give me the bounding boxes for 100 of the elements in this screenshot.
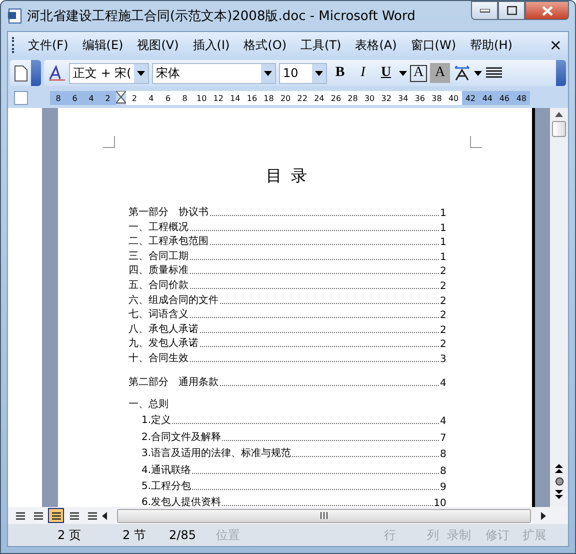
browse-object-icon[interactable]	[554, 477, 564, 486]
view-button[interactable]	[48, 508, 64, 523]
menu-item[interactable]: 窗口(W)	[404, 36, 464, 54]
page-number: 2	[440, 296, 446, 307]
page-number: 7	[440, 432, 446, 444]
page-number: 2	[440, 324, 446, 336]
font-combo[interactable]: 宋体	[152, 62, 276, 84]
scroll-right-icon[interactable]	[541, 512, 546, 520]
ruler-number: 16	[246, 94, 258, 102]
document-icon[interactable]	[7, 8, 23, 24]
page-number: 4	[440, 416, 446, 428]
toc-entry: 2.合同文件及解释	[142, 430, 222, 444]
next-page-icon[interactable]	[555, 490, 564, 499]
dropdown-arrow-icon[interactable]	[399, 70, 407, 76]
status-item: 2/85	[168, 528, 196, 542]
page-number: 2	[440, 266, 446, 278]
view-icon	[50, 510, 62, 520]
ruler-number: 4	[88, 94, 95, 102]
toc-entry: 第二部分 通用条款	[128, 376, 218, 389]
toc-entry: 1.定义	[142, 414, 172, 428]
previous-page-icon[interactable]	[555, 464, 564, 473]
ruler-number: 2	[104, 94, 112, 102]
menu-item[interactable]: 工具(T)	[294, 36, 348, 54]
menu-item[interactable]: 编辑(E)	[75, 36, 130, 54]
ruler-number: 38	[430, 94, 443, 102]
close-button[interactable]	[525, 1, 569, 20]
page-number: 9	[440, 482, 446, 493]
close-icon	[542, 6, 552, 16]
toc-entry: 八、承包人承诺	[128, 322, 198, 336]
toc-entry: 七、词语含义	[128, 308, 188, 322]
toc-entry: 一、工程概况	[128, 220, 188, 234]
toc-entry: 五、合同价款	[128, 278, 188, 292]
ruler-number: 30	[363, 94, 376, 102]
dropdown-arrow-icon[interactable]	[315, 70, 323, 76]
toc-entry: 十、合同生效	[128, 352, 188, 365]
toc-entry: 九、发包人承诺	[128, 336, 198, 350]
bold-button[interactable]: B	[330, 63, 350, 83]
minimize-button[interactable]	[471, 1, 498, 20]
menu-item[interactable]: 帮助(H)	[463, 36, 520, 54]
dropdown-arrow-icon[interactable]	[474, 70, 482, 76]
styles-icon[interactable]	[48, 65, 66, 81]
status-item: 位置	[215, 526, 241, 544]
horizontal-scrollbar[interactable]	[117, 508, 531, 522]
underline-button[interactable]: U	[376, 63, 396, 83]
page-number: 1	[440, 252, 446, 263]
ruler-number: 26	[330, 94, 342, 102]
italic-button[interactable]: I	[353, 63, 373, 83]
new-document-icon[interactable]	[14, 64, 28, 82]
view-icon	[68, 510, 80, 520]
ruler-number: 4	[148, 94, 155, 102]
toc-entry: 一、总则	[128, 398, 168, 411]
crop-mark	[470, 136, 482, 148]
minimize-icon	[480, 8, 490, 12]
toc-entry: 六、组成合同的文件	[128, 294, 218, 307]
menu-item[interactable]: 表格(A)	[348, 36, 404, 54]
ruler-number: 40	[447, 94, 460, 102]
ruler-number: 24	[313, 94, 326, 102]
scroll-left-icon[interactable]	[102, 512, 107, 520]
toc-entry: 5.工程分包	[142, 480, 192, 493]
tab-selector[interactable]	[14, 91, 28, 105]
character-border-button[interactable]: A	[410, 64, 427, 82]
maximize-button[interactable]	[498, 1, 525, 20]
toc-entry: 三、合同工期	[128, 250, 188, 263]
close-document-button[interactable]: ×	[549, 36, 562, 54]
ruler-number: 42	[464, 94, 477, 102]
dropdown-arrow-icon[interactable]	[264, 70, 272, 76]
status-item: 修订	[484, 526, 510, 544]
view-icon	[86, 510, 98, 520]
menu-item[interactable]: 格式(O)	[236, 36, 294, 54]
view-icon	[14, 510, 26, 520]
status-item: 扩展	[522, 526, 548, 544]
menu-item[interactable]: 视图(V)	[130, 36, 186, 54]
character-shading-button[interactable]: A	[430, 63, 450, 83]
toc-entry: 3.语言及适用的法律、标准与规范	[142, 446, 292, 460]
ruler-number: 12	[212, 94, 224, 102]
style-combo[interactable]: 正文 + 宋(	[69, 62, 149, 84]
page-number: 1	[440, 208, 446, 219]
ruler-number: 10	[195, 94, 208, 102]
page-number: 8	[440, 449, 446, 460]
ruler-number: 46	[498, 94, 511, 102]
ruler-number: 22	[296, 94, 308, 102]
ruler-number: 14	[229, 94, 242, 102]
text-scaling-icon[interactable]	[453, 65, 471, 81]
scroll-up-icon[interactable]	[555, 112, 564, 117]
page-number: 2	[440, 339, 446, 350]
dropdown-arrow-icon[interactable]	[137, 70, 145, 76]
status-item: 录制	[446, 526, 472, 544]
font-size-combo[interactable]: 10	[279, 62, 327, 84]
menu-item[interactable]: 插入(I)	[186, 36, 237, 54]
toc-entry: 第一部分 协议书	[128, 206, 208, 219]
ruler-number: 6	[71, 94, 78, 102]
justify-icon[interactable]	[485, 66, 503, 80]
ruler-number: 44	[481, 94, 494, 102]
page-number: 10	[434, 498, 446, 507]
vertical-scrollbar[interactable]	[550, 108, 568, 507]
scroll-thumb[interactable]	[552, 121, 566, 137]
status-item: 行	[383, 526, 396, 544]
page-number: 1	[440, 237, 446, 248]
menu-item[interactable]: 文件(F)	[21, 36, 76, 54]
ruler-number: 8	[54, 94, 62, 102]
